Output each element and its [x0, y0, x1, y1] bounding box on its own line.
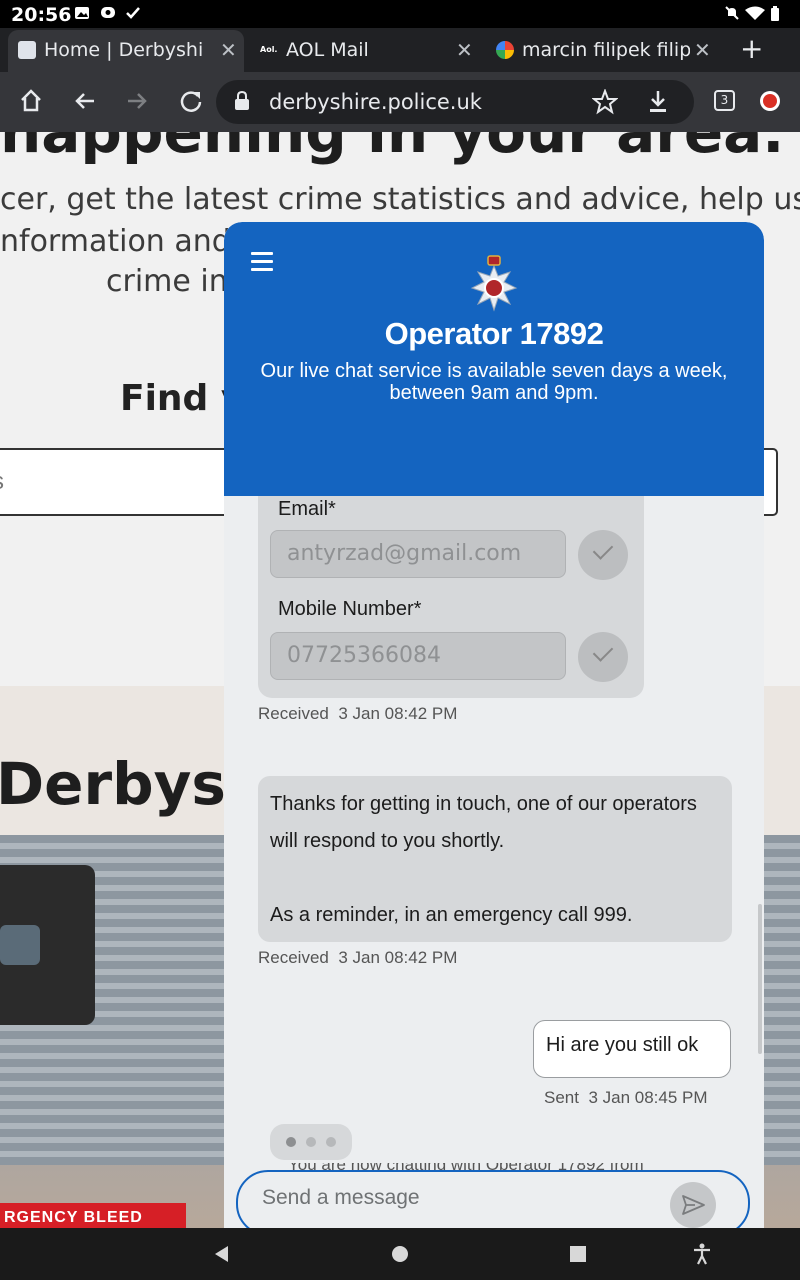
forward-icon[interactable]	[122, 86, 154, 118]
close-tab-icon[interactable]: ✕	[456, 38, 473, 62]
system-nav-bar	[0, 1228, 800, 1280]
message-text: As a reminder, in an emergency call 999.	[270, 904, 633, 926]
email-verified-check-icon	[578, 530, 628, 580]
hero-text-line: crime in	[106, 264, 228, 299]
chat-scrollbar[interactable]	[758, 904, 762, 1054]
menu-icon[interactable]	[251, 252, 275, 272]
mute-icon	[724, 6, 740, 20]
nav-recents-icon[interactable]	[566, 1242, 590, 1266]
operator-name: Operator 17892	[384, 316, 604, 351]
message-time: 3 Jan 08:45 PM	[588, 1088, 708, 1107]
availability-text: Our live chat service is available seven…	[260, 360, 728, 404]
message-status: Received	[258, 704, 329, 723]
lock-icon[interactable]	[234, 90, 250, 116]
home-icon[interactable]	[16, 86, 48, 118]
operator-message-bubble: Thanks for getting in touch, one of our …	[258, 776, 732, 942]
email-field: antyrzad@gmail.com	[270, 530, 566, 578]
browser-toolbar: derbyshire.police.uk	[0, 72, 800, 132]
mobile-verified-check-icon	[578, 632, 628, 682]
message-input[interactable]: Send a message	[262, 1186, 420, 1210]
reload-icon[interactable]	[176, 86, 208, 118]
close-tab-icon[interactable]: ✕	[220, 38, 237, 62]
image-icon	[74, 6, 90, 20]
nav-back-icon[interactable]	[210, 1242, 234, 1266]
bookmark-star-icon[interactable]	[591, 88, 619, 120]
photo-banner-text: RGENCY BLEED	[0, 1203, 186, 1228]
message-meta: Sent 3 Jan 08:45 PM	[544, 1088, 708, 1108]
tab-title: marcin filipek filipc	[522, 39, 690, 61]
clock: 20:56	[11, 4, 72, 26]
hero-text-line: nformation and	[0, 224, 231, 259]
url-text: derbyshire.police.uk	[269, 90, 482, 114]
nav-home-icon[interactable]	[388, 1242, 412, 1266]
mobile-number-field: 07725366084	[270, 632, 566, 680]
status-bar: 20:56	[0, 0, 800, 28]
message-time: 3 Jan 08:42 PM	[338, 948, 458, 967]
battery-icon	[770, 6, 786, 21]
close-tab-icon[interactable]: ✕	[694, 38, 711, 62]
check-icon	[125, 6, 141, 20]
phone-in-photo	[0, 865, 95, 1025]
message-meta: Received 3 Jan 08:42 PM	[258, 704, 457, 724]
mobile-label: Mobile Number*	[278, 598, 422, 620]
message-composer[interactable]: Send a message	[236, 1170, 750, 1228]
message-status: Sent	[544, 1088, 579, 1107]
download-icon[interactable]	[646, 89, 670, 120]
hero-heading: happening in your area.	[0, 132, 785, 166]
google-icon	[496, 41, 514, 59]
send-button[interactable]	[670, 1182, 716, 1228]
new-tab-button[interactable]: +	[740, 35, 763, 63]
email-label: Email*	[278, 498, 336, 520]
chat-transcript[interactable]: Email* antyrzad@gmail.com Mobile Number*…	[224, 484, 764, 1228]
typing-indicator	[270, 1124, 352, 1160]
hero-text-line: cer, get the latest crime statistics and…	[0, 182, 800, 217]
aol-icon: Aol.	[260, 41, 278, 59]
tab-title: Home | Derbyshire	[44, 39, 204, 61]
tab-switcher-button[interactable]: 3	[714, 90, 735, 111]
address-bar[interactable]: derbyshire.police.uk	[216, 80, 694, 124]
message-meta: Received 3 Jan 08:42 PM	[258, 948, 457, 968]
back-icon[interactable]	[70, 86, 102, 118]
send-icon	[682, 1195, 705, 1215]
search-placeholder: s	[0, 468, 4, 496]
tab-derbyshire[interactable]: Home | Derbyshire ✕	[8, 30, 244, 72]
user-message-bubble: Hi are you still ok	[533, 1020, 731, 1078]
tab-strip: Home | Derbyshire ✕ Aol. AOL Mail ✕ marc…	[0, 28, 800, 72]
message-text: Thanks for getting in touch, one of our …	[270, 793, 697, 852]
message-status: Received	[258, 948, 329, 967]
contact-details-card: Email* antyrzad@gmail.com Mobile Number*…	[258, 484, 644, 698]
message-icon	[100, 6, 116, 20]
tab-title: AOL Mail	[286, 39, 369, 61]
tab-google-search[interactable]: marcin filipek filipc ✕	[486, 30, 722, 72]
tab-aol-mail[interactable]: Aol. AOL Mail ✕	[250, 30, 482, 72]
profile-update-icon[interactable]	[760, 91, 780, 111]
accessibility-icon[interactable]	[690, 1242, 714, 1266]
police-crest-icon	[466, 252, 522, 314]
police-crest-icon	[18, 41, 36, 59]
live-chat-widget: Operator 17892 Our live chat service is …	[224, 222, 764, 1228]
chat-header: Operator 17892 Our live chat service is …	[224, 222, 764, 496]
message-time: 3 Jan 08:42 PM	[338, 704, 458, 723]
wifi-icon	[744, 6, 765, 20]
